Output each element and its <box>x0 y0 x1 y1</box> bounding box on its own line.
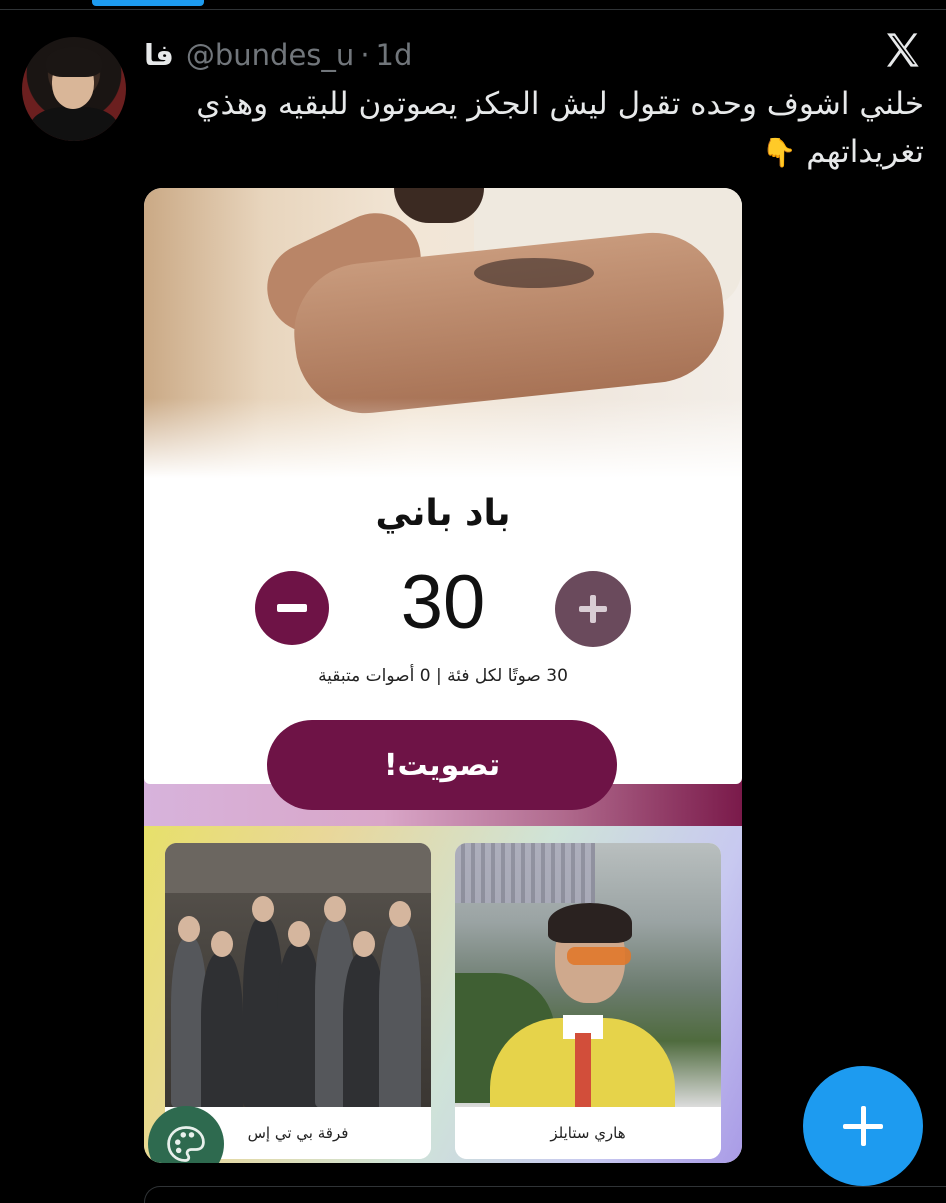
photo-tattoo <box>474 258 594 288</box>
artist-photo <box>144 188 742 478</box>
photo-tie <box>575 1033 591 1107</box>
person-head <box>252 896 274 922</box>
person-head <box>389 901 411 927</box>
handle[interactable]: @bundes_u <box>186 38 354 72</box>
nominee-card-harry[interactable]: هاري ستايلز <box>455 843 721 1159</box>
plus-icon <box>843 1106 883 1146</box>
photo-chin <box>394 188 484 223</box>
tweet-media-card[interactable]: باد باني 30 30 صوتًا لكل فئة | 0 أصوات م… <box>144 188 742 1163</box>
avatar-coat <box>30 107 118 141</box>
person <box>201 931 243 1113</box>
photo-window <box>455 843 595 903</box>
person <box>379 901 421 1113</box>
nominee-photo <box>455 843 721 1118</box>
person-head <box>178 916 200 942</box>
vote-count: 30 <box>400 560 486 645</box>
increment-button[interactable] <box>555 571 631 647</box>
top-divider <box>0 9 946 10</box>
vote-button[interactable]: تصويت! <box>267 720 617 810</box>
artist-name: باد باني <box>375 493 511 534</box>
next-tweet-edge <box>144 1186 946 1203</box>
avatar-hair <box>46 47 102 77</box>
display-name[interactable]: فا <box>144 38 174 72</box>
active-tab-indicator <box>92 0 204 6</box>
palette-icon <box>167 1126 205 1162</box>
photo-glasses <box>567 947 631 965</box>
nominee-label: هاري ستايلز <box>455 1107 721 1159</box>
nominee-photo <box>165 843 431 1113</box>
tweet-author-line: فا @bundes_u · 1d <box>144 38 412 72</box>
compose-button[interactable] <box>803 1066 923 1186</box>
tweet-body: خلني اشوف وحده تقول ليش الجكز يصوتون للب… <box>196 86 924 170</box>
vote-info: 30 صوتًا لكل فئة | 0 أصوات متبقية <box>318 666 568 686</box>
vote-counter: 30 <box>144 560 742 653</box>
photo-hair <box>548 903 632 943</box>
photo-wall <box>165 843 431 893</box>
separator-dot: · <box>360 38 370 72</box>
nominees-area: فرقة بي تي إس هاري ستايلز <box>144 826 742 1163</box>
avatar[interactable] <box>22 37 126 141</box>
plus-icon <box>579 595 607 623</box>
person-head <box>211 931 233 957</box>
person-head <box>288 921 310 947</box>
tweet-text: خلني اشوف وحده تقول ليش الجكز يصوتون للب… <box>144 80 924 177</box>
timestamp[interactable]: 1d <box>376 38 413 72</box>
pointing-down-icon: 👇 <box>761 136 797 169</box>
x-logo-icon[interactable] <box>882 30 922 70</box>
person-head <box>324 896 346 922</box>
person-head <box>353 931 375 957</box>
